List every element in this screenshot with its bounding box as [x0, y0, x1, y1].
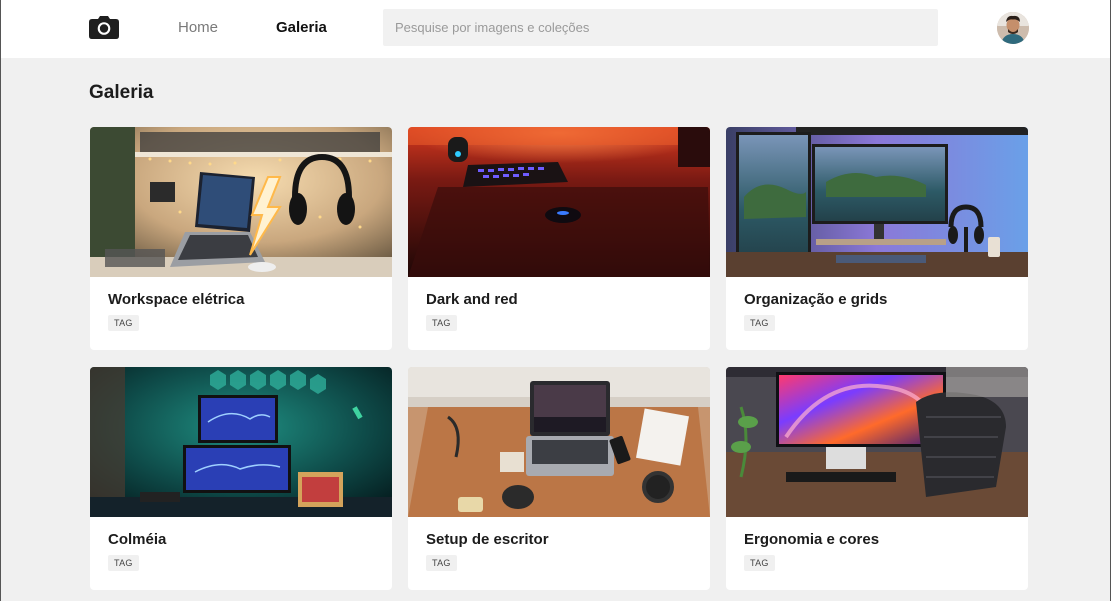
app-window: Home Galeria Galeria: [0, 0, 1111, 601]
card-image: [408, 367, 710, 517]
card-title: Workspace elétrica: [108, 291, 245, 308]
tag-badge[interactable]: TAG: [744, 555, 775, 571]
top-navbar: Home Galeria: [1, 0, 1110, 58]
gallery-card[interactable]: Ergonomia e cores TAG: [726, 367, 1028, 590]
card-title: Colméia: [108, 531, 167, 548]
gallery-card[interactable]: Organização e grids TAG: [726, 127, 1028, 350]
nav-home-link[interactable]: Home: [178, 19, 218, 37]
nav-galeria-link[interactable]: Galeria: [276, 19, 327, 37]
gallery-card[interactable]: Colméia TAG: [90, 367, 392, 590]
card-title: Dark and red: [426, 291, 518, 308]
card-image: [408, 127, 710, 277]
camera-icon[interactable]: [89, 16, 119, 39]
card-image: [90, 127, 392, 277]
card-title: Ergonomia e cores: [744, 531, 880, 548]
gallery-card[interactable]: Dark and red TAG: [408, 127, 710, 350]
page-title: Galeria: [89, 82, 154, 103]
tag-badge[interactable]: TAG: [108, 315, 139, 331]
tag-badge[interactable]: TAG: [108, 555, 139, 571]
tag-badge[interactable]: TAG: [744, 315, 775, 331]
search-input[interactable]: [383, 9, 938, 46]
card-title: Organização e grids: [744, 291, 888, 308]
tag-badge[interactable]: TAG: [426, 315, 457, 331]
avatar-photo: [997, 12, 1029, 44]
card-image: [726, 127, 1028, 277]
card-title: Setup de escritor: [426, 531, 549, 548]
gallery-card[interactable]: Setup de escritor TAG: [408, 367, 710, 590]
card-image: [90, 367, 392, 517]
tag-badge[interactable]: TAG: [426, 555, 457, 571]
gallery-card[interactable]: Workspace elétrica TAG: [90, 127, 392, 350]
user-avatar[interactable]: [997, 12, 1029, 44]
card-image: [726, 367, 1028, 517]
